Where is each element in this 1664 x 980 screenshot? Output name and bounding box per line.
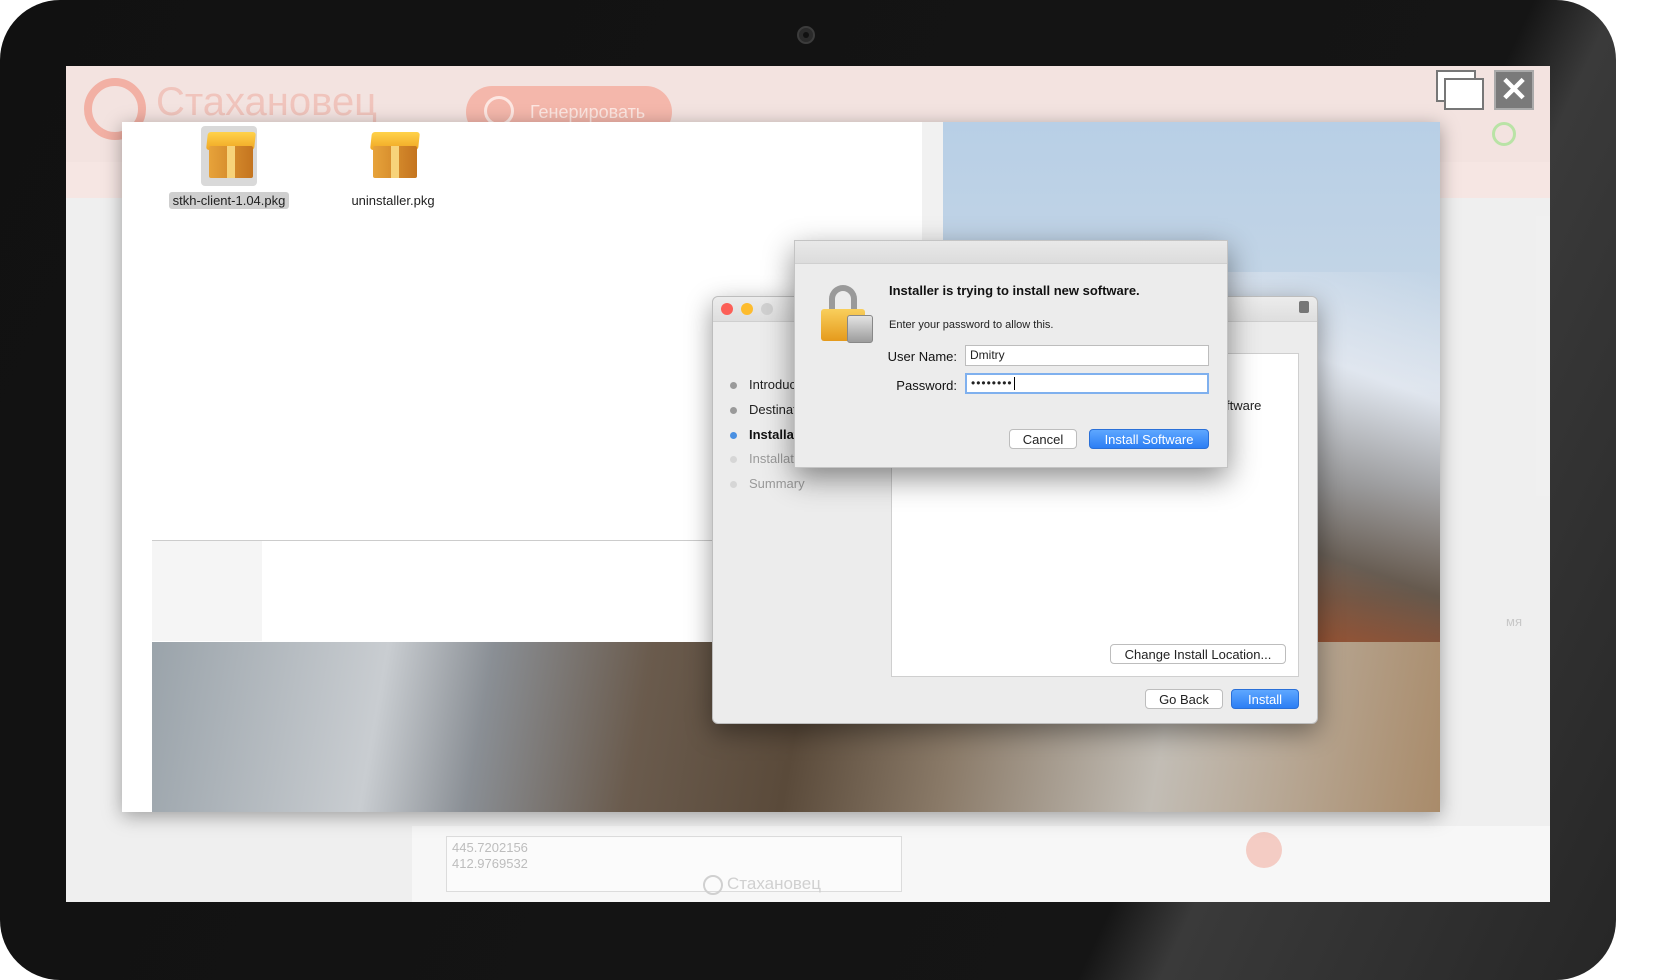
brand-name: Стахановец — [156, 80, 378, 124]
lock-installer-icon — [821, 285, 873, 345]
monitor-brand-name: Стахановец — [727, 874, 821, 893]
username-field[interactable]: Dmitry — [965, 345, 1209, 366]
content-text: ftware — [1226, 398, 1262, 413]
auth-dialog-titlebar — [795, 241, 1227, 264]
password-value: •••••••• — [971, 376, 1013, 390]
avatar — [1246, 832, 1282, 868]
screenshot-preview: stkh-client-1.04.pkg uninstaller.pkg Int… — [122, 122, 1440, 812]
text-caret — [1013, 377, 1015, 391]
file-item-uninstaller-pkg[interactable]: uninstaller.pkg — [318, 126, 468, 210]
file-item-client-pkg[interactable]: stkh-client-1.04.pkg — [154, 126, 304, 210]
close-icon: ✕ — [1499, 71, 1529, 109]
file-name: uninstaller.pkg — [351, 193, 435, 208]
finder-lower-inner — [262, 541, 752, 641]
auth-dialog: Installer is trying to install new softw… — [794, 240, 1228, 468]
package-icon — [365, 128, 425, 184]
restore-window-button[interactable] — [1436, 70, 1484, 110]
side-scrollbar[interactable] — [1536, 216, 1550, 496]
step-dot — [730, 456, 737, 463]
finder-lower-area — [152, 540, 752, 641]
pkg-icon-wrap — [365, 126, 421, 186]
step-dot — [730, 432, 737, 439]
file-name: stkh-client-1.04.pkg — [168, 192, 290, 209]
restore-icon-front — [1444, 78, 1484, 110]
cancel-button[interactable]: Cancel — [1009, 429, 1077, 449]
step-dot — [730, 382, 737, 389]
step-label: Installat — [749, 427, 799, 442]
status-logo-icon — [1492, 122, 1516, 146]
change-install-location-button[interactable]: Change Install Location... — [1110, 644, 1286, 664]
zoom-traffic-light[interactable] — [761, 303, 773, 315]
step-dot — [730, 407, 737, 414]
auth-title: Installer is trying to install new softw… — [889, 283, 1140, 298]
step-dot — [730, 481, 737, 488]
monitor-frame: Стахановец Генерировать мя 445.7202156 4… — [0, 0, 1616, 980]
package-icon — [201, 128, 261, 184]
install-button[interactable]: Install — [1231, 689, 1299, 709]
step-label: Summary — [749, 476, 805, 491]
step-label: Installati — [749, 451, 797, 466]
camera-icon — [797, 26, 815, 44]
install-software-button[interactable]: Install Software — [1089, 429, 1209, 449]
close-window-button[interactable]: ✕ — [1494, 70, 1534, 110]
password-field[interactable]: •••••••• — [965, 373, 1209, 394]
step-label: Destinat — [749, 402, 797, 417]
go-back-button[interactable]: Go Back — [1145, 689, 1223, 709]
coord-value-1: 445.7202156 — [452, 840, 528, 855]
auth-subtitle: Enter your password to allow this. — [889, 319, 1054, 331]
username-label: User Name: — [887, 349, 957, 364]
side-label: мя — [1506, 614, 1522, 629]
lock-icon — [1299, 301, 1309, 313]
step-label: Introduc — [749, 377, 796, 392]
minimize-traffic-light[interactable] — [741, 303, 753, 315]
coord-value-2: 412.9769532 — [452, 856, 528, 871]
close-traffic-light[interactable] — [721, 303, 733, 315]
pkg-icon-wrap — [201, 126, 257, 186]
password-label: Password: — [896, 378, 957, 393]
monitor-brand-icon — [703, 875, 723, 895]
